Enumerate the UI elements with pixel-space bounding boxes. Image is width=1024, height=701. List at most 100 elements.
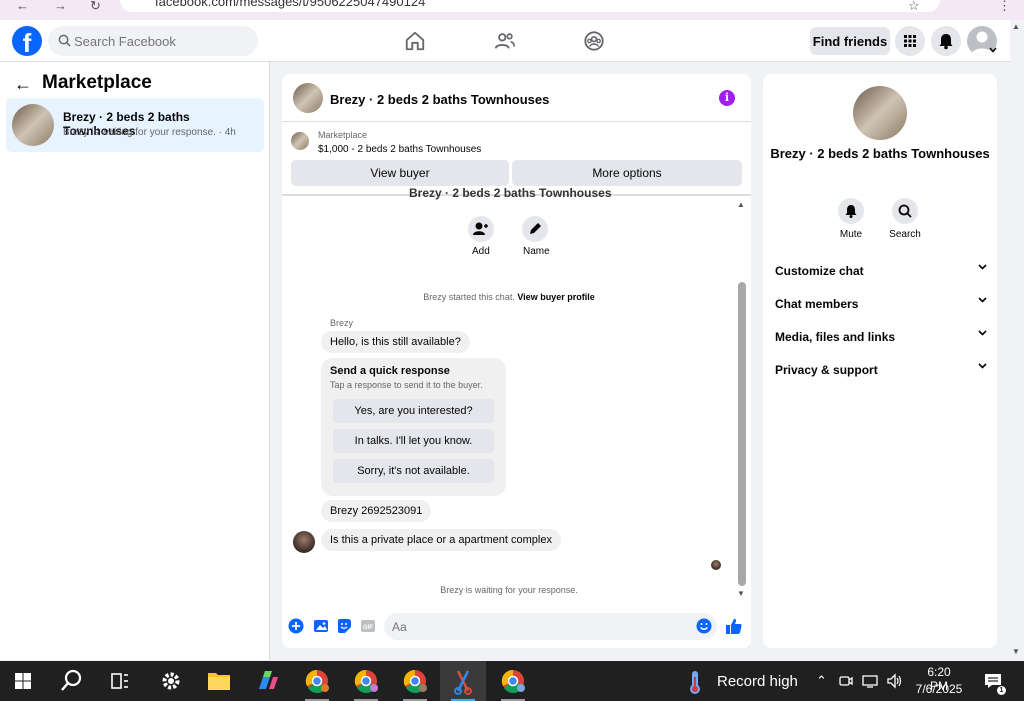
chrome-icon xyxy=(501,669,525,693)
home-icon[interactable] xyxy=(404,30,426,52)
svg-text:GIF: GIF xyxy=(363,625,373,631)
back-icon[interactable]: ← xyxy=(16,0,29,13)
scrollbar-thumb[interactable] xyxy=(738,282,746,586)
back-arrow-icon[interactable]: ← xyxy=(14,74,32,95)
chat-panel: Brezy · 2 beds 2 baths Townhouses i Mark… xyxy=(282,74,751,648)
scroll-up-icon[interactable]: ▲ xyxy=(737,200,745,209)
quick-response-subtitle: Tap a response to send it to the buyer. xyxy=(330,380,483,390)
listing-label: Marketplace xyxy=(318,130,368,140)
quick-response-in-talks[interactable]: In talks. I'll let you know. xyxy=(333,429,494,453)
section-chat-members[interactable]: Chat members xyxy=(775,297,987,315)
meet-now-icon[interactable] xyxy=(838,673,854,689)
message-composer[interactable] xyxy=(384,613,717,640)
thermometer-icon[interactable] xyxy=(684,669,706,695)
photo-icon[interactable] xyxy=(313,618,329,634)
groups-icon[interactable] xyxy=(583,30,605,52)
search-in-chat-button[interactable] xyxy=(892,198,918,224)
sticker-icon[interactable] xyxy=(336,618,352,634)
chat-started-note: Brezy started this chat. View buyer prof… xyxy=(282,292,736,302)
sender-avatar[interactable] xyxy=(293,531,315,553)
chat-title[interactable]: Brezy · 2 beds 2 baths Townhouses xyxy=(330,92,549,107)
section-privacy-support[interactable]: Privacy & support xyxy=(775,363,987,381)
view-buyer-profile-link[interactable]: View buyer profile xyxy=(517,292,594,302)
weather-text[interactable]: Record high xyxy=(717,673,798,690)
seen-indicator-avatar xyxy=(711,560,721,570)
section-media-files-links[interactable]: Media, files and links xyxy=(775,330,987,348)
info-icon[interactable]: i xyxy=(719,90,735,106)
notifications-button[interactable] xyxy=(931,26,961,56)
listing-avatar[interactable] xyxy=(853,86,907,140)
section-label: Customize chat xyxy=(775,264,864,278)
scroll-down-icon[interactable]: ▼ xyxy=(737,589,745,598)
quick-response-card: Send a quick response Tap a response to … xyxy=(321,358,506,496)
quick-response-not-available[interactable]: Sorry, it's not available. xyxy=(333,459,494,483)
chrome-profile-4[interactable] xyxy=(490,661,536,701)
chevron-down-icon xyxy=(978,297,987,303)
menu-button[interactable] xyxy=(895,26,925,56)
message-bubble: Is this a private place or a apartment c… xyxy=(321,529,561,551)
bookmark-star-icon[interactable]: ☆ xyxy=(908,0,920,14)
name-button[interactable] xyxy=(522,216,548,242)
conversation-item[interactable]: Brezy · 2 beds 2 baths Townhouses Brezy … xyxy=(6,98,264,152)
listing-price[interactable]: $1,000 - 2 beds 2 baths Townhouses xyxy=(318,144,481,155)
volume-icon[interactable] xyxy=(886,673,904,689)
chat-header: Brezy · 2 beds 2 baths Townhouses i xyxy=(282,74,751,122)
add-person-button[interactable] xyxy=(468,216,494,242)
listing-thumbnail[interactable] xyxy=(291,132,309,150)
reload-icon[interactable]: ↻ xyxy=(90,0,101,14)
copilot-app[interactable] xyxy=(245,661,291,701)
chevron-down-icon xyxy=(978,264,987,270)
conversation-subtitle: Brezy is waiting for your response. · 4h xyxy=(63,127,236,138)
add-label: Add xyxy=(472,246,490,257)
emoji-icon[interactable] xyxy=(696,618,712,634)
name-label: Name xyxy=(523,246,550,257)
folder-icon xyxy=(208,673,230,690)
plus-icon[interactable] xyxy=(288,618,304,634)
chat-details-panel: Brezy · 2 beds 2 baths Townhouses Mute S… xyxy=(763,74,997,648)
windows-logo-icon xyxy=(15,673,31,689)
browser-menu-icon[interactable]: ⋮ xyxy=(998,0,1011,14)
chat-intro-title: Brezy · 2 beds 2 baths Townhouses xyxy=(409,186,612,200)
bell-icon xyxy=(939,34,953,50)
chrome-profile-1[interactable] xyxy=(294,661,340,701)
more-options-button[interactable]: More options xyxy=(512,160,742,186)
section-label: Chat members xyxy=(775,297,859,311)
chrome-profile-3[interactable] xyxy=(392,661,438,701)
facebook-logo-icon[interactable]: f xyxy=(12,26,42,56)
quick-response-yes[interactable]: Yes, are you interested? xyxy=(333,399,494,423)
search-input[interactable] xyxy=(74,26,254,56)
page-scroll-down-icon[interactable]: ▼ xyxy=(1012,647,1020,656)
find-friends-button[interactable]: Find friends xyxy=(810,27,890,55)
scissors-icon xyxy=(454,670,472,695)
chrome-icon xyxy=(403,669,427,693)
chrome-profile-2[interactable] xyxy=(343,661,389,701)
section-customize-chat[interactable]: Customize chat xyxy=(775,264,987,282)
chevron-up-icon[interactable]: ⌃ xyxy=(816,673,827,689)
search-box[interactable] xyxy=(48,26,258,56)
thumbs-up-icon[interactable] xyxy=(725,617,743,635)
start-button[interactable] xyxy=(0,661,46,701)
task-view-button[interactable] xyxy=(96,661,142,701)
gif-icon[interactable]: GIF xyxy=(360,618,376,634)
message-input[interactable] xyxy=(392,613,692,640)
chevron-down-icon xyxy=(978,363,987,369)
forward-icon[interactable]: → xyxy=(54,0,67,13)
network-icon[interactable] xyxy=(862,673,878,689)
message-bubble: Hello, is this still available? xyxy=(321,331,470,353)
page-scroll-up-icon[interactable]: ▲ xyxy=(1012,22,1020,31)
facebook-topbar: f Find friends xyxy=(0,20,1010,62)
clock-date[interactable]: 7/6/2025 xyxy=(910,682,968,696)
file-explorer-app[interactable] xyxy=(196,661,242,701)
chevron-down-icon[interactable] xyxy=(989,47,997,53)
search-icon xyxy=(58,34,71,47)
friends-icon[interactable] xyxy=(494,30,516,52)
address-text[interactable]: facebook.com/messages/t/9506225047490124 xyxy=(155,0,425,9)
chat-avatar[interactable] xyxy=(293,83,323,113)
section-label: Media, files and links xyxy=(775,330,896,344)
settings-app[interactable] xyxy=(148,661,194,701)
mute-button[interactable] xyxy=(838,198,864,224)
taskbar-search-button[interactable] xyxy=(48,661,94,701)
snipping-tool-app[interactable] xyxy=(440,661,486,701)
chrome-icon xyxy=(305,669,329,693)
view-buyer-button[interactable]: View buyer xyxy=(291,160,509,186)
